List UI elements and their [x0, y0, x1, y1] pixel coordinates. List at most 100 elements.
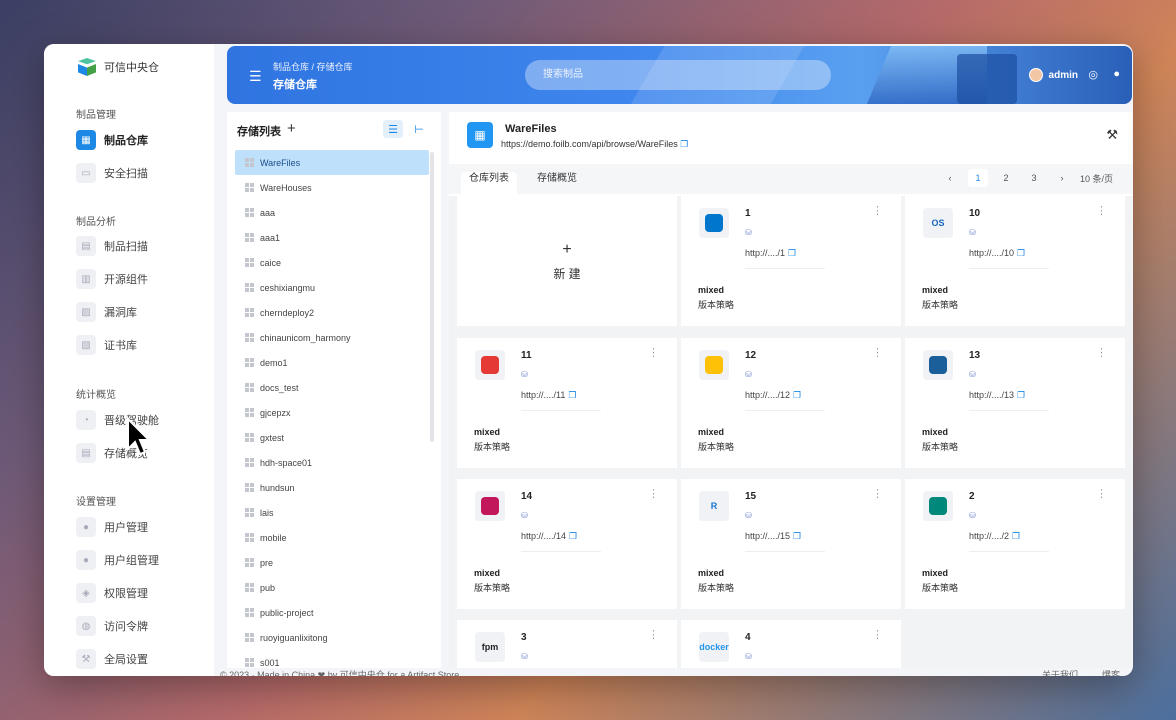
more-icon[interactable]: ⋮ [648, 346, 659, 359]
globe-icon[interactable]: ◎ [1088, 68, 1098, 81]
user-menu[interactable]: admin [1028, 68, 1078, 82]
repo-card-name: 10 [969, 208, 981, 219]
repo-card[interactable]: R 15 ⋮ ⛁ http://..../15 ❐ mixed 版本策略 [681, 479, 901, 609]
repo-card[interactable]: 12 ⋮ ⛁ http://..../12 ❐ mixed 版本策略 [681, 338, 901, 468]
more-icon[interactable]: ⋮ [1096, 204, 1107, 217]
copy-icon[interactable]: ❐ [788, 248, 796, 258]
divider [969, 410, 1049, 411]
component-icon: ▥ [76, 269, 96, 289]
new-repo-card[interactable]: + 新 建 [457, 196, 677, 326]
repo-list-item[interactable]: public-project [235, 600, 429, 625]
repo-list-item[interactable]: mobile [235, 525, 429, 550]
page-2[interactable]: 2 [996, 169, 1016, 187]
repo-card[interactable]: 11 ⋮ ⛁ http://..../11 ❐ mixed 版本策略 [457, 338, 677, 468]
nav-item-group-mgmt[interactable]: ● 用户组管理 [76, 548, 206, 572]
brand[interactable]: 可信中央仓 [78, 56, 159, 78]
repo-list-item[interactable]: WareFiles [235, 150, 429, 175]
copy-icon[interactable]: ❐ [569, 531, 577, 541]
list-view-icon[interactable]: ☰ [383, 120, 403, 138]
copy-icon[interactable]: ❐ [1012, 531, 1020, 541]
more-icon[interactable]: ⋮ [872, 487, 883, 500]
rust-r-icon: R [699, 491, 729, 521]
repo-card[interactable]: 2 ⋮ ⛁ http://..../2 ❐ mixed 版本策略 [905, 479, 1125, 609]
repo-list-item[interactable]: docs_test [235, 375, 429, 400]
copy-icon[interactable]: ❐ [568, 390, 576, 400]
copy-icon[interactable]: ❐ [680, 139, 688, 149]
prev-page-icon[interactable]: ‹ [940, 169, 960, 187]
page-1[interactable]: 1 [968, 169, 988, 187]
copy-icon[interactable]: ❐ [793, 390, 801, 400]
copy-icon[interactable]: ❐ [1017, 248, 1025, 258]
scrollbar[interactable] [430, 152, 434, 442]
repo-list-item[interactable]: chinaunicom_harmony [235, 325, 429, 350]
repo-list-item[interactable]: aaa1 [235, 225, 429, 250]
tree-view-icon[interactable]: ⊢ [409, 120, 429, 138]
repo-list-item[interactable]: pub [235, 575, 429, 600]
next-page-icon[interactable]: › [1052, 169, 1072, 187]
url-text: http://..../13 [969, 390, 1015, 400]
repo-card-type: mixed [698, 568, 725, 578]
more-icon[interactable]: ⋮ [1096, 346, 1107, 359]
repo-list-item[interactable]: gjcepzx [235, 400, 429, 425]
more-icon[interactable]: ⋮ [872, 346, 883, 359]
fpm-icon: fpm [475, 632, 505, 662]
footer-about-link[interactable]: 关于我们 [1042, 668, 1078, 676]
repo-card[interactable]: OS 10 ⋮ ⛁ http://..../10 ❐ mixed 版本策略 [905, 196, 1125, 326]
repo-list-item[interactable]: caice [235, 250, 429, 275]
repo-list-item[interactable]: ruoyiguanlixitong [235, 625, 429, 650]
repo-list-item[interactable]: aaa [235, 200, 429, 225]
repo-card-url: http://..../11 ❐ [521, 390, 576, 401]
repo-card-type: mixed [922, 427, 949, 437]
divider [521, 410, 601, 411]
repo-list-item[interactable]: gxtest [235, 425, 429, 450]
repo-card[interactable]: 1 ⋮ ⛁ http://..../1 ❐ mixed 版本策略 [681, 196, 901, 326]
divider [745, 268, 825, 269]
search-input[interactable]: 搜索制品 [525, 60, 831, 90]
nav-item-global-settings[interactable]: ⚒ 全局设置 [76, 647, 206, 671]
more-icon[interactable]: ⋮ [648, 628, 659, 641]
nav-item-artifact-scan[interactable]: ▤ 制品扫描 [76, 234, 206, 258]
tools-icon[interactable]: ⚒ [1106, 127, 1118, 143]
footer-link[interactable]: 爆客 [1102, 668, 1120, 676]
repo-list-item[interactable]: pre [235, 550, 429, 575]
repo-card[interactable]: docker 4 ⋮ ⛁ [681, 620, 901, 668]
repo-list-item[interactable]: demo1 [235, 350, 429, 375]
ruby-gems-icon [475, 350, 505, 380]
tab-repo-list[interactable]: 仓库列表 [461, 172, 517, 194]
more-icon[interactable]: ⋮ [872, 204, 883, 217]
repo-card[interactable]: 13 ⋮ ⛁ http://..../13 ❐ mixed 版本策略 [905, 338, 1125, 468]
repo-list-item[interactable]: ceshixiangmu [235, 275, 429, 300]
page-3[interactable]: 3 [1024, 169, 1044, 187]
page-size-select[interactable]: 10 条/页 [1080, 172, 1120, 185]
nav-item-permission-mgmt[interactable]: ◈ 权限管理 [76, 581, 206, 605]
nav-item-open-source[interactable]: ▥ 开源组件 [76, 267, 206, 291]
nav-label: 用户组管理 [104, 555, 159, 567]
copy-icon[interactable]: ❐ [1017, 390, 1025, 400]
dolphin-icon [923, 491, 953, 521]
more-icon[interactable]: ⋮ [872, 628, 883, 641]
repo-card[interactable]: 14 ⋮ ⛁ http://..../14 ❐ mixed 版本策略 [457, 479, 677, 609]
more-icon[interactable]: ⋮ [1096, 487, 1107, 500]
repo-list-item[interactable]: hundsun [235, 475, 429, 500]
repo-card-name: 14 [521, 491, 533, 502]
menu-toggle-icon[interactable]: ☰ [249, 68, 262, 85]
nav-item-access-token[interactable]: ◍ 访问令牌 [76, 614, 206, 638]
repo-list-item[interactable]: hdh-space01 [235, 450, 429, 475]
url-text: http://..../1 [745, 248, 786, 258]
nav-item-user-mgmt[interactable]: ● 用户管理 [76, 515, 206, 539]
copy-icon[interactable]: ❐ [793, 531, 801, 541]
more-icon[interactable]: ⋮ [648, 487, 659, 500]
repo-item-label: pub [260, 582, 276, 593]
bell-icon[interactable]: ● [1113, 68, 1120, 80]
repo-list-item[interactable]: lais [235, 500, 429, 525]
repo-card[interactable]: fpm 3 ⋮ ⛁ [457, 620, 677, 668]
nav-item-security-scan[interactable]: ▭ 安全扫描 [76, 161, 206, 185]
nav-item-artifact-repo[interactable]: ▦ 制品仓库 [76, 128, 206, 152]
repo-list-item[interactable]: WareHouses [235, 175, 429, 200]
tab-storage-overview[interactable]: 存储概览 [529, 172, 585, 194]
repo-item-icon [245, 333, 254, 342]
nav-item-license-db[interactable]: ▧ 证书库 [76, 333, 206, 357]
add-repo-button[interactable]: + [287, 120, 296, 137]
repo-list-item[interactable]: cherndeploy2 [235, 300, 429, 325]
nav-item-vuln-db[interactable]: ▨ 漏洞库 [76, 300, 206, 324]
